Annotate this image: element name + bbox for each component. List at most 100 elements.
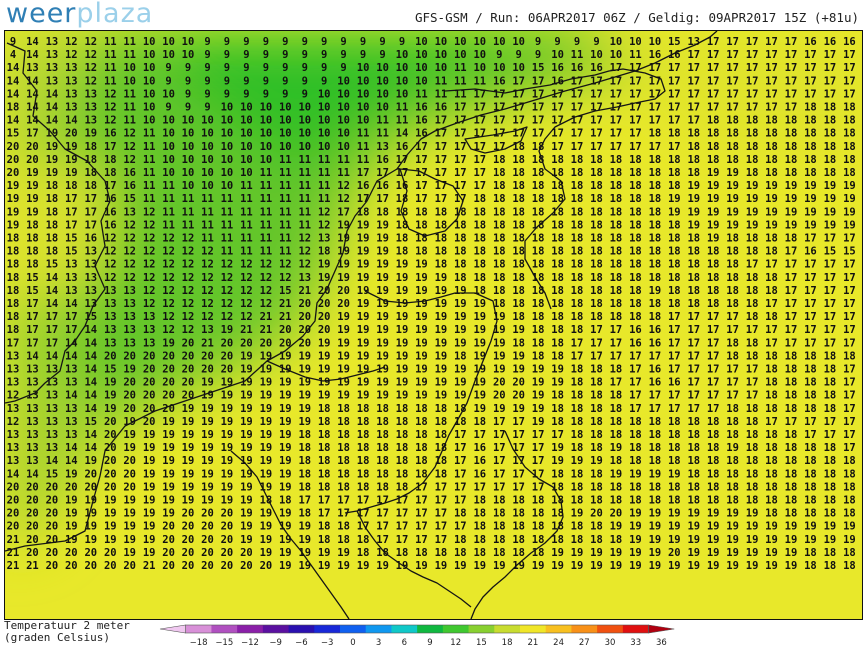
grid-value: 18 <box>668 272 681 284</box>
grid-value: 17 <box>629 403 642 415</box>
grid-value: 18 <box>590 429 603 441</box>
grid-value: 18 <box>590 180 603 192</box>
grid-value: 12 <box>123 272 136 284</box>
grid-value: 18 <box>415 442 428 454</box>
grid-value: 17 <box>765 75 778 87</box>
grid-value: 20 <box>221 364 234 376</box>
grid-value: 17 <box>435 481 448 493</box>
grid-value: 17 <box>824 416 837 428</box>
grid-value: 13 <box>298 272 311 284</box>
grid-value: 11 <box>240 193 253 205</box>
grid-value: 19 <box>240 350 253 362</box>
grid-value: 18 <box>493 547 506 559</box>
grid-value: 18 <box>512 141 525 153</box>
grid-value: 18 <box>357 442 370 454</box>
grid-value: 10 <box>396 49 409 61</box>
grid-value: 20 <box>143 403 156 415</box>
grid-value: 13 <box>65 416 78 428</box>
grid-value: 19 <box>376 337 389 349</box>
grid-value: 13 <box>65 272 78 284</box>
grid-value: 17 <box>687 390 700 402</box>
grid-value: 17 <box>843 364 856 376</box>
grid-value: 11 <box>279 233 292 245</box>
grid-value: 15 <box>824 246 837 258</box>
grid-value: 19 <box>415 364 428 376</box>
grid-value: 19 <box>182 495 195 507</box>
grid-value: 20 <box>318 285 331 297</box>
grid-value: 19 <box>318 547 331 559</box>
weerplaza-logo[interactable]: weerplaza <box>6 0 153 29</box>
grid-value: 18 <box>824 128 837 140</box>
grid-value: 20 <box>182 534 195 546</box>
grid-value: 19 <box>824 206 837 218</box>
grid-value: 19 <box>415 298 428 310</box>
grid-value: 9 <box>302 62 308 74</box>
grid-value: 18 <box>493 180 506 192</box>
grid-value: 18 <box>824 455 837 467</box>
grid-value: 19 <box>357 377 370 389</box>
grid-value: 18 <box>785 403 798 415</box>
grid-value: 20 <box>46 560 59 572</box>
grid-value: 12 <box>201 298 214 310</box>
grid-value: 17 <box>668 311 681 323</box>
grid-value: 11 <box>201 233 214 245</box>
grid-value: 15 <box>46 468 59 480</box>
grid-value: 20 <box>143 390 156 402</box>
grid-value: 18 <box>843 547 856 559</box>
grid-value: 18 <box>7 324 20 336</box>
grid-value: 17 <box>687 75 700 87</box>
grid-value: 12 <box>104 233 117 245</box>
grid-value: 18 <box>396 233 409 245</box>
grid-value: 17 <box>726 88 739 100</box>
grid-value: 17 <box>454 102 467 114</box>
grid-value: 9 <box>340 49 346 61</box>
grid-value: 17 <box>84 219 97 231</box>
grid-value: 18 <box>454 233 467 245</box>
colorbar-band <box>597 625 624 633</box>
grid-value: 18 <box>824 154 837 166</box>
grid-value: 18 <box>629 311 642 323</box>
grid-value: 20 <box>104 429 117 441</box>
grid-value: 10 <box>182 36 195 48</box>
grid-value: 13 <box>65 88 78 100</box>
grid-value: 17 <box>785 49 798 61</box>
grid-value: 20 <box>298 337 311 349</box>
legend-title-line2: (graden Celsius) <box>4 631 110 644</box>
grid-value: 17 <box>668 102 681 114</box>
grid-value: 13 <box>123 206 136 218</box>
grid-value: 17 <box>590 128 603 140</box>
grid-value: 18 <box>376 442 389 454</box>
grid-value: 13 <box>46 364 59 376</box>
map-frame[interactable]: 9 14 13 12 12 11 11 10 10 10 9 9 9 9 9 9 9 9 9 9 9 10 10 10 10 10… <box>4 30 863 620</box>
grid-value: 19 <box>396 364 409 376</box>
grid-value: 16 <box>668 49 681 61</box>
grid-value: 14 <box>26 49 39 61</box>
grid-value: 19 <box>629 468 642 480</box>
grid-value: 20 <box>182 521 195 533</box>
grid-value: 18 <box>298 508 311 520</box>
grid-value: 10 <box>123 62 136 74</box>
grid-value: 19 <box>104 403 117 415</box>
grid-value: 10 <box>201 154 214 166</box>
grid-value: 17 <box>726 36 739 48</box>
grid-value: 18 <box>571 298 584 310</box>
grid-value: 20 <box>26 141 39 153</box>
colorbar-tick-label: 6 <box>402 638 407 648</box>
grid-value: 13 <box>46 403 59 415</box>
grid-value: 18 <box>649 246 662 258</box>
grid-value: 16 <box>435 102 448 114</box>
grid-value: 12 <box>182 298 195 310</box>
grid-value: 19 <box>221 442 234 454</box>
grid-value: 17 <box>337 508 350 520</box>
grid-value: 10 <box>337 128 350 140</box>
grid-value: 9 <box>243 62 249 74</box>
grid-value: 18 <box>804 547 817 559</box>
grid-value: 18 <box>765 285 778 297</box>
grid-value: 14 <box>7 88 20 100</box>
grid-value: 11 <box>298 219 311 231</box>
grid-value: 18 <box>357 547 370 559</box>
grid-value: 19 <box>473 560 486 572</box>
grid-value: 17 <box>687 102 700 114</box>
grid-value: 11 <box>104 49 117 61</box>
grid-value: 18 <box>435 547 448 559</box>
